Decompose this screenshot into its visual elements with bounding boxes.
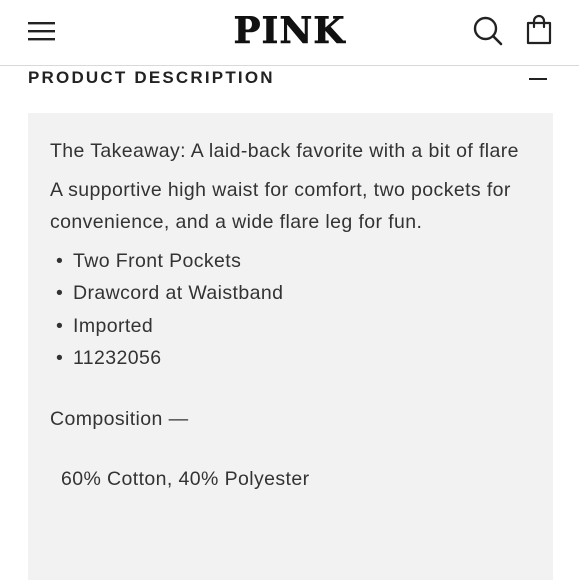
section-title: PRODUCT DESCRIPTION	[28, 68, 275, 87]
composition-value: 60% Cotton, 40% Polyester	[61, 468, 310, 490]
top-header: PINK	[0, 0, 579, 66]
takeaway-text: The Takeaway: A laid-back favorite with …	[50, 140, 519, 162]
list-item: Imported	[50, 310, 520, 343]
product-description-panel: The Takeaway: A laid-back favorite with …	[28, 113, 553, 580]
product-description-header[interactable]: PRODUCT DESCRIPTION	[0, 66, 579, 112]
shopping-bag-icon[interactable]	[524, 14, 554, 46]
minus-icon[interactable]	[529, 78, 547, 80]
list-item: 11232056	[50, 342, 520, 375]
list-item: Two Front Pockets	[50, 245, 520, 278]
description-content: The Takeaway: A laid-back favorite with …	[50, 135, 520, 496]
list-item: Drawcord at Waistband	[50, 277, 520, 310]
search-icon[interactable]	[472, 15, 504, 47]
description-body: A supportive high waist for comfort, two…	[50, 178, 511, 234]
composition-label: Composition —	[50, 407, 189, 430]
feature-list: Two Front Pockets Drawcord at Waistband …	[50, 245, 520, 375]
